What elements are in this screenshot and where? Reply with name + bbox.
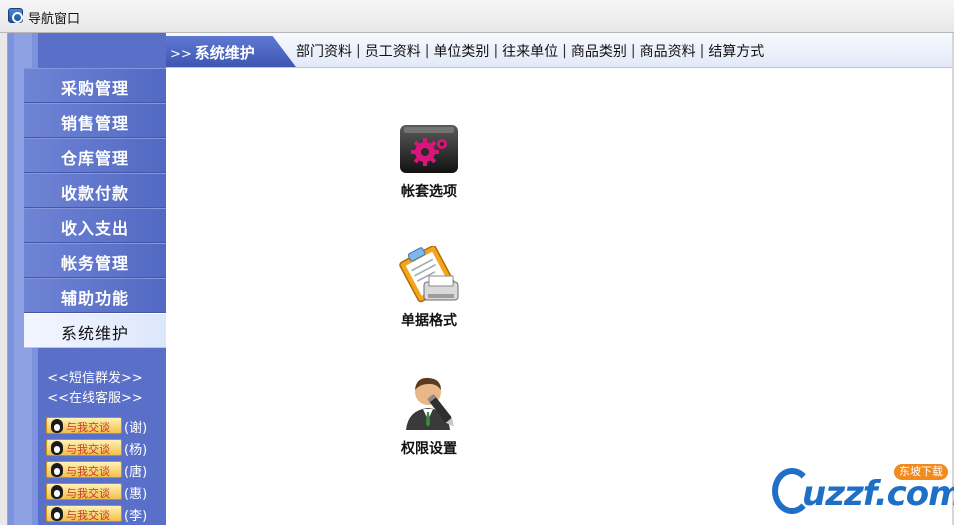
qq-contact-list: 与我交谈 (谢) 与我交谈 (杨) 与我交谈 (唐) 与我交谈 (惠) 与我交谈… — [46, 415, 156, 525]
sidebar-item-label: 系统维护 — [61, 324, 130, 343]
online-support-link[interactable]: <<在线客服>> — [24, 389, 166, 409]
nav-link-product-categories[interactable]: 商品类别 — [571, 41, 627, 61]
sidebar-item-sales[interactable]: 销售管理 — [24, 103, 166, 138]
sidebar-item-label: 帐务管理 — [61, 254, 130, 273]
window-frame-left — [0, 33, 8, 525]
qq-contact-name: (唐) — [124, 465, 148, 480]
qq-chat-label: 与我交谈 — [66, 509, 110, 522]
sidebar-item-income-expense[interactable]: 收入支出 — [24, 208, 166, 243]
app-icon — [8, 8, 23, 23]
main-content: 帐套选项 单据格式 权限设置 — [166, 69, 952, 525]
section-tab: >> 系统维护 — [166, 36, 296, 67]
section-arrows: >> — [170, 47, 192, 62]
sidebar-item-auxiliary[interactable]: 辅助功能 — [24, 278, 166, 313]
nav-separator: | — [424, 43, 430, 59]
qq-chat-button[interactable]: 与我交谈 — [46, 417, 122, 434]
qq-penguin-icon — [51, 485, 63, 499]
document-format-tool[interactable]: 单据格式 — [379, 246, 479, 330]
sms-broadcast-link[interactable]: <<短信群发>> — [24, 369, 166, 389]
clipboard-printer-icon — [399, 246, 459, 303]
nav-link-business-partners[interactable]: 往来单位 — [502, 41, 558, 61]
qq-chat-button[interactable]: 与我交谈 — [46, 483, 122, 500]
top-nav-bar: >> 系统维护 部门资料 | 员工资料 | 单位类别 | 往来单位 | 商品类别 … — [166, 33, 952, 68]
qq-contact-name: (谢) — [124, 421, 148, 436]
nav-separator: | — [562, 43, 567, 59]
nav-link-departments[interactable]: 部门资料 — [296, 41, 352, 61]
sidebar: 采购管理 销售管理 仓库管理 收款付款 收入支出 帐务管理 辅助功能 系统维护 … — [8, 33, 166, 525]
watermark-text: uzzf.com — [802, 474, 954, 514]
qq-chat-label: 与我交谈 — [66, 465, 110, 478]
nav-separator: | — [493, 43, 499, 59]
sidebar-item-warehouse[interactable]: 仓库管理 — [24, 138, 166, 173]
qq-penguin-icon — [51, 463, 63, 477]
watermark-badge: 东坡下载 — [894, 464, 948, 480]
qq-chat-button[interactable]: 与我交谈 — [46, 439, 122, 456]
qq-penguin-icon — [51, 441, 63, 455]
watermark-logo: uzzf.com 东坡下载 — [772, 462, 954, 520]
qq-contact-row[interactable]: 与我交谈 (李) — [46, 503, 156, 525]
qq-contact-row[interactable]: 与我交谈 (杨) — [46, 437, 156, 459]
gear-settings-icon — [400, 125, 458, 173]
qq-chat-label: 与我交谈 — [66, 421, 110, 434]
nav-link-employees[interactable]: 员工资料 — [365, 41, 421, 61]
nav-link-unit-categories[interactable]: 单位类别 — [433, 41, 489, 61]
tool-label: 帐套选项 — [401, 184, 457, 200]
sidebar-item-label: 销售管理 — [61, 114, 130, 133]
qq-contact-name: (杨) — [124, 443, 148, 458]
window-title: 导航窗口 — [28, 11, 81, 26]
qq-chat-button[interactable]: 与我交谈 — [46, 461, 122, 478]
sidebar-item-label: 采购管理 — [61, 79, 130, 98]
sidebar-item-purchase[interactable]: 采购管理 — [24, 68, 166, 103]
qq-contact-row[interactable]: 与我交谈 (谢) — [46, 415, 156, 437]
qq-chat-label: 与我交谈 — [66, 443, 110, 456]
qq-penguin-icon — [51, 419, 63, 433]
sidebar-item-label: 收款付款 — [61, 184, 130, 203]
qq-contact-row[interactable]: 与我交谈 (惠) — [46, 481, 156, 503]
nav-link-products[interactable]: 商品资料 — [640, 41, 696, 61]
qq-contact-name: (惠) — [124, 487, 148, 502]
section-title: 系统维护 — [194, 44, 255, 62]
sidebar-item-label: 收入支出 — [61, 219, 130, 238]
tool-label: 权限设置 — [401, 441, 457, 457]
sidebar-item-system-maintenance[interactable]: 系统维护 — [24, 313, 166, 348]
sidebar-links: <<短信群发>> <<在线客服>> — [24, 369, 166, 409]
sidebar-item-label: 仓库管理 — [61, 149, 130, 168]
permission-settings-tool[interactable]: 权限设置 — [379, 372, 479, 458]
qq-contact-row[interactable]: 与我交谈 (唐) — [46, 459, 156, 481]
sidebar-item-label: 辅助功能 — [61, 289, 130, 308]
section-heading: >> 系统维护 — [170, 42, 255, 63]
title-bar: 导航窗口 — [0, 0, 954, 33]
qq-contact-name: (李) — [124, 509, 148, 524]
user-pen-icon — [406, 377, 454, 430]
qq-chat-button[interactable]: 与我交谈 — [46, 505, 122, 522]
sidebar-menu: 采购管理 销售管理 仓库管理 收款付款 收入支出 帐务管理 辅助功能 系统维护 — [24, 68, 166, 348]
top-nav-links: 部门资料 | 员工资料 | 单位类别 | 往来单位 | 商品类别 | 商品资料 … — [296, 41, 764, 61]
sidebar-item-payments[interactable]: 收款付款 — [24, 173, 166, 208]
qq-chat-label: 与我交谈 — [66, 487, 110, 500]
account-options-tool[interactable]: 帐套选项 — [379, 121, 479, 201]
nav-separator: | — [630, 43, 636, 59]
nav-separator: | — [356, 43, 361, 59]
nav-link-settlement-methods[interactable]: 结算方式 — [708, 41, 764, 61]
tool-label: 单据格式 — [401, 313, 457, 329]
qq-penguin-icon — [51, 507, 63, 521]
nav-separator: | — [699, 43, 705, 59]
sidebar-item-accounts[interactable]: 帐务管理 — [24, 243, 166, 278]
